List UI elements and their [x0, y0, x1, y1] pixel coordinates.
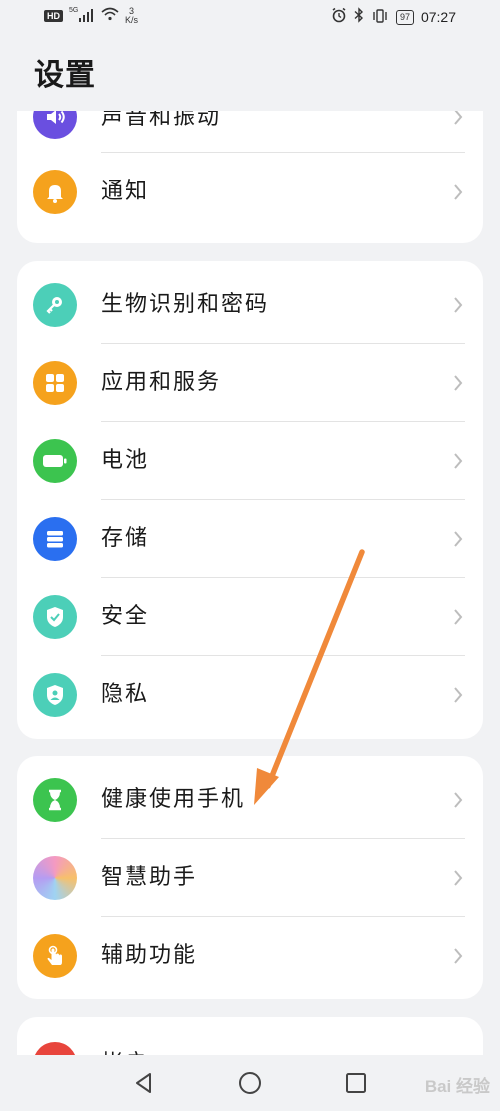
chevron-right-icon	[454, 453, 463, 469]
watermark: Bai 经验	[424, 1077, 490, 1096]
signal-icon: 5G	[69, 7, 95, 23]
storage-icon	[33, 517, 77, 561]
hd-badge: HD	[44, 9, 63, 22]
privacy-shield-icon	[33, 673, 77, 717]
recents-square-icon[interactable]	[344, 1071, 368, 1095]
settings-row-storage[interactable]: 存储	[17, 500, 483, 578]
settings-row-battery[interactable]: 电池	[17, 422, 483, 500]
settings-row-biometrics[interactable]: 生物识别和密码	[17, 266, 483, 344]
battery-icon	[33, 439, 77, 483]
settings-row-digital-balance[interactable]: 健康使用手机	[17, 761, 483, 839]
settings-row-label: 声音和振动	[101, 111, 222, 130]
chevron-right-icon	[454, 111, 463, 125]
settings-card-notifications: 声音和振动 通知	[17, 111, 483, 243]
chevron-right-icon	[454, 687, 463, 703]
battery-indicator: 97	[395, 9, 414, 25]
volume-icon	[33, 111, 77, 139]
settings-row-label: 智慧助手	[101, 865, 198, 890]
settings-card-accounts: 帐户	[17, 1017, 483, 1055]
settings-row-label: 帐户	[101, 1025, 149, 1055]
chevron-right-icon	[454, 948, 463, 964]
hourglass-icon	[33, 778, 77, 822]
settings-row-label: 电池	[101, 448, 150, 473]
bell-icon	[33, 170, 77, 214]
net-speed: 3 K/s	[125, 6, 139, 25]
settings-row-label: 辅助功能	[101, 943, 198, 968]
settings-list[interactable]: 声音和振动 通知 生物识别和密码 应用和服务 电池 存储 安全 隐私 健康使用手…	[0, 111, 500, 1055]
settings-row-notifications[interactable]: 通知	[17, 153, 483, 231]
chevron-right-icon	[454, 531, 463, 547]
page-title: 设置	[34, 58, 96, 93]
status-right: 97 07:27	[331, 7, 456, 27]
key-icon	[33, 283, 77, 327]
settings-row-label: 生物识别和密码	[101, 292, 270, 317]
net-speed-unit: K/s	[125, 14, 139, 25]
settings-row-label: 安全	[101, 604, 150, 629]
home-circle-icon[interactable]	[238, 1071, 262, 1095]
apps-grid-icon	[33, 361, 77, 405]
settings-row-account[interactable]: 帐户	[17, 1025, 483, 1055]
account-icon	[33, 1042, 77, 1055]
chevron-right-icon	[454, 792, 463, 808]
chevron-right-icon	[454, 375, 463, 391]
settings-card-assistance: 健康使用手机 智慧助手 辅助功能	[17, 756, 483, 999]
navigation-bar: Bai 经验	[0, 1055, 500, 1111]
shield-check-icon	[33, 595, 77, 639]
wifi-icon	[101, 6, 119, 25]
settings-row-label: 应用和服务	[101, 370, 222, 395]
bluetooth-icon	[354, 7, 364, 27]
hand-tap-icon	[33, 934, 77, 978]
settings-row-security[interactable]: 安全	[17, 578, 483, 656]
chevron-right-icon	[454, 870, 463, 886]
settings-row-label: 存储	[101, 526, 150, 551]
chevron-right-icon	[454, 609, 463, 625]
settings-card-system: 生物识别和密码 应用和服务 电池 存储 安全 隐私	[17, 261, 483, 739]
status-bar: HD 5G 3 K/s 97 07:27	[0, 0, 500, 36]
vibrate-icon	[371, 8, 389, 27]
back-triangle-icon[interactable]	[132, 1071, 156, 1095]
chevron-right-icon	[454, 297, 463, 313]
settings-row-apps[interactable]: 应用和服务	[17, 344, 483, 422]
status-left: HD 5G 3 K/s	[44, 6, 138, 25]
settings-row-privacy[interactable]: 隐私	[17, 656, 483, 734]
settings-row-label: 通知	[101, 179, 150, 204]
chevron-right-icon	[454, 184, 463, 200]
settings-row-assistant[interactable]: 智慧助手	[17, 839, 483, 917]
clock: 07:27	[420, 9, 456, 25]
alarm-icon	[331, 7, 347, 27]
settings-row-accessibility[interactable]: 辅助功能	[17, 917, 483, 995]
settings-row-label: 健康使用手机	[101, 787, 246, 812]
assistant-orb-icon	[33, 856, 77, 900]
settings-row-label: 隐私	[101, 682, 150, 707]
